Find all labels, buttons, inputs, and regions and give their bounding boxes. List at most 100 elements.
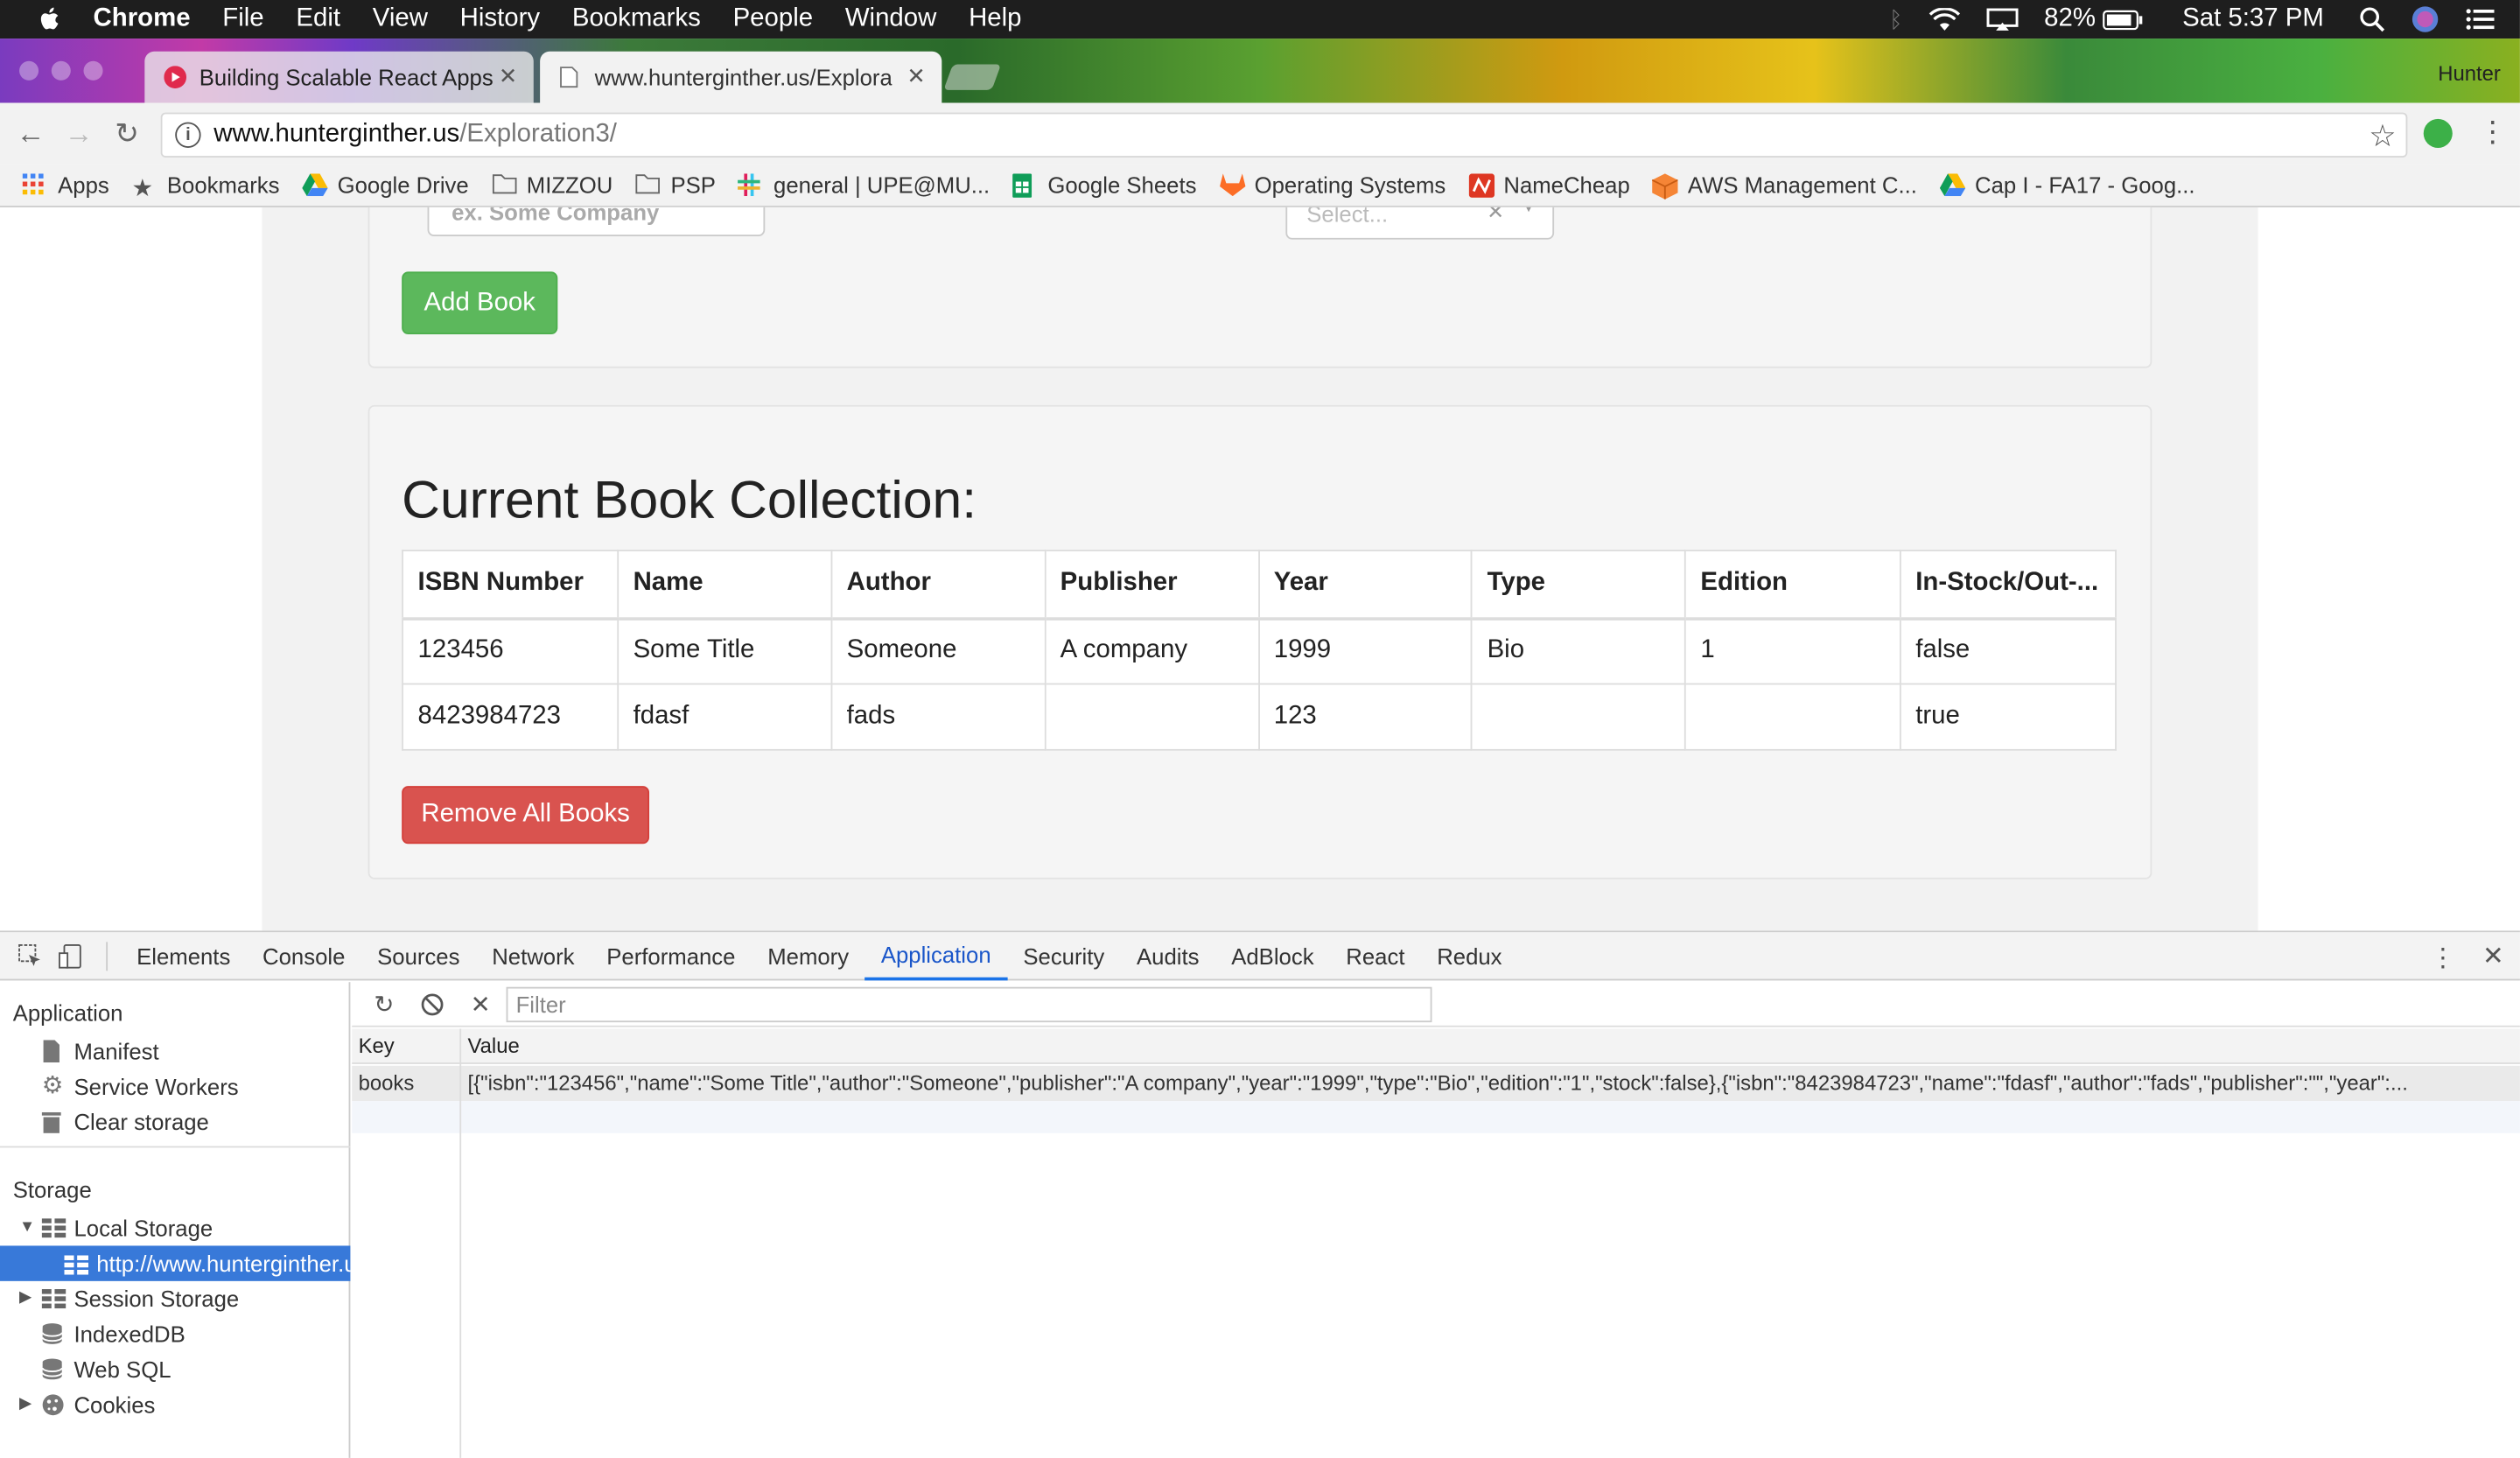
value-column-header[interactable]: Value bbox=[467, 1034, 519, 1058]
tab-hunterginther-exploration3[interactable]: www.hunterginther.us/Exploration3/ ✕ bbox=[540, 51, 942, 103]
remove-all-books-button[interactable]: Remove All Books bbox=[402, 786, 650, 845]
bookmark-google-drive[interactable]: Google Drive bbox=[302, 172, 469, 198]
bookmark-google-sheets[interactable]: Google Sheets bbox=[1012, 172, 1196, 198]
sidebar-item-manifest[interactable]: Manifest bbox=[42, 1039, 159, 1064]
devtools-tab-react[interactable]: React bbox=[1330, 931, 1421, 979]
siri-icon[interactable] bbox=[2411, 5, 2440, 34]
new-tab-button[interactable] bbox=[943, 64, 1002, 90]
sidebar-item-web-sql[interactable]: Web SQL bbox=[41, 1356, 172, 1383]
menu-history[interactable]: History bbox=[460, 5, 540, 34]
expand-arrow-icon[interactable]: ▶ bbox=[19, 1289, 32, 1307]
devtools-tab-redux[interactable]: Redux bbox=[1421, 931, 1518, 979]
menu-view[interactable]: View bbox=[373, 5, 428, 34]
table-header-row: ISBN Number Name Author Publisher Year T… bbox=[402, 550, 2117, 620]
chrome-menu-icon[interactable]: ⋮ bbox=[2478, 116, 2507, 150]
clear-all-icon[interactable] bbox=[416, 988, 449, 1020]
menu-people[interactable]: People bbox=[733, 5, 814, 34]
battery-icon[interactable] bbox=[2102, 9, 2144, 30]
menu-bookmarks[interactable]: Bookmarks bbox=[572, 5, 701, 34]
storage-table-row[interactable]: books [{"isbn":"123456","name":"Some Tit… bbox=[352, 1065, 2520, 1102]
bookmark-mizzou[interactable]: MIZZOU bbox=[491, 172, 612, 198]
filter-input[interactable]: Filter bbox=[506, 986, 1432, 1023]
tab-title: Building Scalable React Apps bbox=[199, 64, 494, 90]
devtools-tab-elements[interactable]: Elements bbox=[121, 931, 247, 979]
bookmark-label: AWS Management C... bbox=[1687, 172, 1917, 198]
device-toolbar-icon[interactable] bbox=[58, 943, 83, 968]
table-cell: 1999 bbox=[1257, 617, 1474, 685]
back-icon[interactable]: ← bbox=[13, 116, 48, 151]
menu-help[interactable]: Help bbox=[969, 5, 1021, 34]
devtools-tab-performance[interactable]: Performance bbox=[591, 931, 752, 979]
close-tab-icon[interactable]: ✕ bbox=[906, 63, 926, 90]
devtools-tab-security[interactable]: Security bbox=[1007, 931, 1121, 979]
devtools-tab-memory[interactable]: Memory bbox=[752, 931, 865, 979]
bookmark-namecheap[interactable]: NameCheap bbox=[1467, 172, 1630, 198]
devtools-tab-console[interactable]: Console bbox=[247, 931, 361, 979]
table-grid-icon bbox=[64, 1254, 89, 1275]
airplay-icon[interactable] bbox=[1986, 7, 2019, 32]
site-info-icon[interactable]: i bbox=[175, 122, 201, 148]
type-select[interactable]: Select... ✕ ▾ bbox=[1285, 207, 1555, 240]
wifi-icon[interactable] bbox=[1928, 7, 1961, 32]
key-column-header[interactable]: Key bbox=[359, 1034, 395, 1058]
sidebar-item-service-workers[interactable]: ⚙ Service Workers bbox=[42, 1074, 239, 1099]
devtools-tab-sources[interactable]: Sources bbox=[361, 931, 476, 979]
bookmark-aws-management[interactable]: AWS Management C... bbox=[1652, 172, 1917, 200]
menu-file[interactable]: File bbox=[222, 5, 263, 34]
address-bar[interactable]: i www.hunterginther.us/Exploration3/ ☆ bbox=[160, 112, 2408, 158]
table-cell: 123456 bbox=[402, 617, 620, 685]
bookmark-star-icon[interactable]: ☆ bbox=[2369, 119, 2396, 156]
add-book-button[interactable]: Add Book bbox=[402, 271, 558, 335]
clear-icon[interactable]: ✕ bbox=[1487, 207, 1504, 225]
window-controls[interactable] bbox=[19, 60, 116, 81]
apple-icon[interactable] bbox=[35, 5, 70, 34]
bookmark-apps[interactable]: Apps bbox=[22, 172, 109, 198]
menu-window[interactable]: Window bbox=[845, 5, 937, 34]
table-cell: Someone bbox=[830, 617, 1046, 685]
publisher-input[interactable]: ex. Some Company bbox=[427, 207, 766, 236]
refresh-icon[interactable]: ↻ bbox=[368, 988, 401, 1020]
forward-icon[interactable]: → bbox=[61, 116, 96, 151]
type-select-placeholder: Select... bbox=[1306, 207, 1389, 227]
profile-name[interactable]: Hunter bbox=[2438, 61, 2501, 86]
devtools-tab-adblock[interactable]: AdBlock bbox=[1215, 931, 1330, 979]
expand-arrow-icon[interactable]: ▶ bbox=[19, 1395, 32, 1412]
menu-app-name[interactable]: Chrome bbox=[94, 5, 191, 34]
bookmark-slack-general[interactable]: general | UPE@MU... bbox=[738, 172, 990, 198]
bluetooth-icon[interactable]: ᛒ bbox=[1889, 6, 1902, 32]
notification-center-icon[interactable] bbox=[2465, 8, 2495, 31]
delete-selected-icon[interactable]: ✕ bbox=[465, 988, 497, 1020]
sidebar-item-cookies[interactable]: Cookies bbox=[42, 1392, 156, 1418]
aws-cube-icon bbox=[1652, 173, 1679, 200]
menu-edit[interactable]: Edit bbox=[296, 5, 340, 34]
inspect-element-icon[interactable] bbox=[16, 943, 41, 968]
sidebar-item-label: IndexedDB bbox=[74, 1321, 186, 1348]
sidebar-item-local-storage[interactable]: Local Storage bbox=[41, 1216, 213, 1241]
sidebar-item-local-storage-origin[interactable]: http://www.hunterginther.us bbox=[0, 1245, 351, 1281]
devtools-tab-application[interactable]: Application bbox=[864, 931, 1008, 980]
devtools-tab-audits[interactable]: Audits bbox=[1121, 931, 1215, 979]
tab-building-scalable-react-apps[interactable]: Building Scalable React Apps ✕ bbox=[144, 51, 534, 103]
bookmark-operating-systems[interactable]: Operating Systems bbox=[1219, 172, 1446, 198]
sidebar-item-indexeddb[interactable]: IndexedDB bbox=[41, 1321, 186, 1348]
expand-arrow-icon[interactable]: ▼ bbox=[19, 1218, 35, 1236]
close-devtools-icon[interactable]: ✕ bbox=[2482, 940, 2504, 972]
sidebar-item-clear-storage[interactable]: Clear storage bbox=[41, 1109, 209, 1135]
bookmark-psp[interactable]: PSP bbox=[635, 172, 716, 198]
sidebar-item-session-storage[interactable]: Session Storage bbox=[41, 1286, 239, 1312]
extension-icon[interactable] bbox=[2423, 118, 2453, 148]
reload-icon[interactable]: ↻ bbox=[109, 116, 144, 151]
google-drive-icon bbox=[302, 173, 328, 197]
devtools-menu-icon[interactable]: ⋮ bbox=[2430, 942, 2455, 974]
devtools-tab-network[interactable]: Network bbox=[476, 931, 591, 979]
bookmark-bookmarks[interactable]: ★ Bookmarks bbox=[131, 172, 279, 203]
clock[interactable]: Sat 5:37 PM bbox=[2182, 5, 2324, 34]
sidebar-item-label: Web SQL bbox=[74, 1356, 172, 1383]
bookmark-cap-i[interactable]: Cap I - FA17 - Goog... bbox=[1939, 172, 2195, 198]
close-tab-icon[interactable]: ✕ bbox=[499, 63, 518, 90]
url-host: www.hunterginther.us bbox=[214, 120, 460, 148]
apps-grid-icon bbox=[22, 173, 48, 196]
sidebar-item-label: Cookies bbox=[74, 1391, 156, 1418]
chevron-down-icon[interactable]: ▾ bbox=[1524, 207, 1533, 217]
spotlight-search-icon[interactable] bbox=[2359, 6, 2385, 32]
